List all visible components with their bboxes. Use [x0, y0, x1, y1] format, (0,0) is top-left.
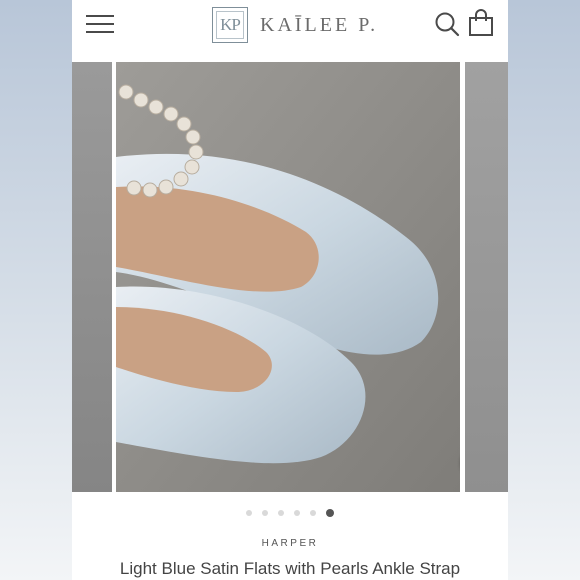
logo-mark: KP: [212, 7, 248, 43]
shoe-photo: [116, 62, 460, 492]
pagination-dot[interactable]: [310, 510, 316, 516]
logo-text: KAĪLEE P.: [260, 13, 379, 36]
product-page: KP KAĪLEE P. HARPER Light Blue Satin Fla…: [72, 0, 508, 580]
product-image-gallery[interactable]: [72, 62, 508, 492]
site-logo[interactable]: KP KAĪLEE P.: [212, 5, 378, 45]
search-icon[interactable]: [434, 11, 460, 37]
shopping-bag-icon[interactable]: [468, 9, 494, 37]
pagination-dot[interactable]: [262, 510, 268, 516]
pagination-dot[interactable]: [278, 510, 284, 516]
site-header: KP KAĪLEE P.: [72, 0, 508, 62]
previous-slide-image[interactable]: [72, 62, 112, 492]
product-brand: HARPER: [261, 538, 319, 549]
pagination-dot[interactable]: [326, 509, 334, 517]
hamburger-menu-icon[interactable]: [86, 12, 114, 36]
gallery-pagination: [72, 507, 508, 519]
pagination-dot[interactable]: [294, 510, 300, 516]
product-title: Light Blue Satin Flats with Pearls Ankle…: [119, 559, 461, 578]
pagination-dot[interactable]: [246, 510, 252, 516]
product-image[interactable]: [116, 62, 460, 492]
next-slide-image[interactable]: [465, 62, 508, 492]
